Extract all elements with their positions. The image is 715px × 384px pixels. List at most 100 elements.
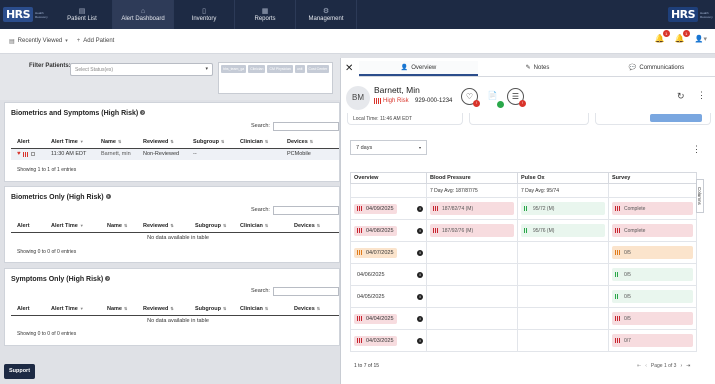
filter-chip[interactable]: hhs_team_ga	[221, 65, 247, 73]
nav-reports[interactable]: ▦ Reports	[235, 0, 296, 29]
nav-patient-list[interactable]: ▤ Patient List	[52, 0, 113, 29]
help-icon[interactable]: ?	[140, 110, 146, 115]
page-indicator: Page 1 of 3	[650, 363, 677, 369]
measure-value[interactable]: 0/5	[624, 294, 631, 300]
col-reviewed[interactable]: Reviewed ⇅	[137, 303, 189, 316]
vitals-row[interactable]: 04/05/2025 i 0/5	[350, 285, 697, 308]
col-alert[interactable]: Alert	[11, 136, 45, 149]
vitals-row[interactable]: 04/06/2025 i 0/5	[350, 263, 697, 286]
col-subgroup[interactable]: Subgroup ⇅	[187, 136, 234, 149]
search-input[interactable]	[273, 287, 339, 296]
showing-entries: Showing 0 to 0 of 0 entries	[17, 249, 77, 255]
refresh-icon[interactable]: ↻	[677, 91, 685, 102]
risk-badge: High Risk	[374, 98, 409, 104]
last-page-icon[interactable]: ⇥	[686, 363, 690, 369]
measure-value[interactable]: Complete	[624, 206, 645, 212]
filter-chip[interactable]: Clinician	[248, 65, 266, 73]
search-input[interactable]	[273, 206, 339, 215]
info-icon[interactable]: i	[417, 337, 423, 344]
nav-inventory[interactable]: ▯ Inventory	[174, 0, 235, 29]
user-menu-icon[interactable]: 👤▾	[695, 35, 707, 43]
vitals-row[interactable]: 04/07/2025 i 0/5	[350, 241, 697, 264]
prev-page-icon[interactable]: ‹	[645, 363, 647, 369]
nav-management[interactable]: ⚙ Management	[296, 0, 357, 29]
col-alert-time[interactable]: Alert Time ▼	[45, 303, 101, 316]
col-clinician[interactable]: Clinician ⇅	[234, 303, 288, 316]
col-name[interactable]: Name ⇅	[101, 220, 137, 233]
survey-status-button[interactable]: ☰!	[507, 88, 526, 107]
tab-overview[interactable]: 👤 Overview	[359, 61, 478, 76]
add-patient-button[interactable]: + Add Patient	[77, 38, 115, 44]
col-clinician[interactable]: Clinician ⇅	[234, 136, 281, 149]
name-cell[interactable]: Barnett, min	[95, 148, 137, 160]
tab-notes[interactable]: ✎ Notes	[478, 61, 597, 76]
table-row[interactable]: ♥ 11:30 AM EDT Barnett, min Non-Reviewed…	[11, 148, 339, 160]
measure-value[interactable]: 95/76 (M)	[533, 228, 554, 234]
row-checkbox[interactable]	[30, 152, 35, 157]
vitals-row[interactable]: 04/03/2025 i 0/7	[350, 329, 697, 352]
measure-value[interactable]: 95/72 (M)	[533, 206, 554, 212]
col-blood-pressure: Blood Pressure	[426, 172, 518, 184]
alert-table: Alert Alert Time ▼ Name ⇅ Reviewed ⇅ Subgro…	[11, 220, 339, 244]
info-icon[interactable]: i	[417, 249, 423, 256]
filter-chip[interactable]: unit	[294, 65, 305, 73]
tab-communications[interactable]: 💬 Communications	[597, 61, 715, 76]
col-alert[interactable]: Alert	[11, 220, 45, 233]
info-icon[interactable]: i	[417, 227, 423, 234]
first-page-icon[interactable]: ⇤	[637, 363, 641, 369]
vitals-row[interactable]: 04/09/2025 i 187/82/74 (M) 95/72 (M) Complet…	[350, 197, 697, 220]
info-icon[interactable]: i	[417, 205, 423, 212]
measure-value[interactable]: 187/82/74 (M)	[442, 206, 473, 212]
measure-value[interactable]: Complete	[624, 228, 645, 234]
help-icon[interactable]: ?	[105, 194, 111, 199]
vitals-row[interactable]: 04/04/2025 i 0/5	[350, 307, 697, 330]
col-alert-time[interactable]: Alert Time ▼	[45, 220, 101, 233]
recently-viewed-button[interactable]: ▤ Recently Viewed ▾	[9, 38, 68, 45]
filter-chip[interactable]: Cost Center	[306, 65, 330, 73]
col-reviewed[interactable]: Reviewed ⇅	[137, 136, 187, 149]
col-devices[interactable]: Devices ⇅	[288, 220, 339, 233]
more-options-icon[interactable]: ⋮	[697, 90, 706, 101]
nav-label: Reports	[254, 16, 276, 22]
measure-value[interactable]: 0/5	[624, 250, 631, 256]
notifications-button[interactable]: 🔔 1	[655, 30, 670, 43]
col-subgroup[interactable]: Subgroup ⇅	[189, 220, 234, 233]
columns-toggle[interactable]: Columns	[696, 179, 704, 213]
search-input[interactable]	[273, 122, 339, 131]
add-patient-label: Add Patient	[83, 38, 115, 44]
document-status-button[interactable]: 📄	[484, 88, 504, 108]
vitals-row[interactable]: 04/08/2025 i 187/92/76 (M) 95/76 (M) Complet…	[350, 219, 697, 242]
info-icon[interactable]: i	[417, 293, 423, 300]
table-options-icon[interactable]: ⋮	[692, 144, 701, 155]
col-devices[interactable]: Devices ⇅	[281, 136, 339, 149]
col-reviewed[interactable]: Reviewed ⇅	[137, 220, 189, 233]
measure-value[interactable]: 0/5	[624, 272, 631, 278]
col-name[interactable]: Name ⇅	[101, 303, 137, 316]
vitals-status-button[interactable]: ♡!	[461, 88, 480, 107]
help-icon[interactable]: ?	[105, 276, 111, 281]
info-icon[interactable]: i	[417, 271, 423, 278]
col-pulse-ox: Pulse Ox	[517, 172, 609, 184]
alerts-button[interactable]: 🔔 1	[675, 30, 690, 43]
info-icon[interactable]: i	[417, 315, 423, 322]
col-alert[interactable]: Alert	[11, 303, 45, 316]
action-button[interactable]	[650, 114, 702, 122]
measure-value[interactable]: 0/5	[624, 316, 631, 322]
col-name[interactable]: Name ⇅	[95, 136, 137, 149]
col-subgroup[interactable]: Subgroup ⇅	[189, 303, 234, 316]
col-alert-time[interactable]: Alert Time ▼	[45, 136, 95, 149]
support-button[interactable]: Support	[4, 364, 35, 379]
col-clinician[interactable]: Clinician ⇅	[234, 220, 288, 233]
measure-value[interactable]: 187/92/76 (M)	[442, 228, 473, 234]
blood-pressure-cell	[426, 329, 518, 352]
filter-chips[interactable]: hhs_team_ga Clinician CM Physician unit …	[218, 62, 333, 94]
nav-alert-dashboard[interactable]: ⌂ Alert Dashboard	[113, 0, 174, 29]
days-range-select[interactable]: 7 days ▾	[350, 140, 427, 155]
close-icon[interactable]: ✕	[345, 63, 355, 75]
filter-chip[interactable]: CM Physician	[267, 65, 293, 73]
col-devices[interactable]: Devices ⇅	[288, 303, 339, 316]
next-page-icon[interactable]: ›	[680, 363, 682, 369]
hrs-logo[interactable]: HRS Health Recovery Solutions	[0, 0, 52, 29]
measure-value[interactable]: 0/7	[624, 338, 631, 344]
status-select[interactable]: Select Status(es) ▾	[70, 63, 213, 76]
